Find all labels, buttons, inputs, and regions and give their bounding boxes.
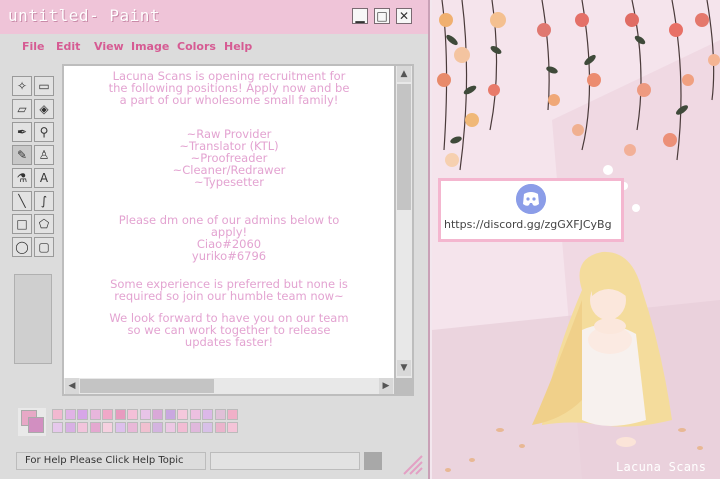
- palette-swatch[interactable]: [102, 422, 113, 433]
- scroll-left-icon[interactable]: ◀: [65, 378, 79, 394]
- palette-swatch[interactable]: [89, 409, 101, 420]
- discord-icon: [516, 184, 546, 214]
- palette-swatch[interactable]: [64, 422, 76, 433]
- menu-image[interactable]: Image: [131, 40, 169, 53]
- magnifier-icon[interactable]: ⚲: [34, 122, 54, 142]
- palette-swatch[interactable]: [127, 422, 138, 433]
- pencil-icon[interactable]: ✎: [12, 145, 32, 165]
- menu-bar: File Edit View Image Colors Help: [0, 34, 428, 60]
- canvas[interactable]: Lacuna Scans is opening recruitment for …: [64, 66, 394, 378]
- canvas-text-line: a part of our wholesome small family!: [119, 93, 339, 107]
- menu-help[interactable]: Help: [224, 40, 252, 53]
- text-icon[interactable]: A: [34, 168, 54, 188]
- palette-swatch[interactable]: [77, 422, 88, 433]
- fill-icon[interactable]: ◈: [34, 99, 54, 119]
- status-text: For Help Please Click Help Topic: [16, 452, 206, 470]
- palette-swatch[interactable]: [114, 422, 126, 433]
- palette-swatch[interactable]: [52, 422, 63, 433]
- brush-icon[interactable]: ♙: [34, 145, 54, 165]
- curve-icon[interactable]: ∫: [34, 191, 54, 211]
- palette-swatch[interactable]: [202, 409, 213, 420]
- horizontal-scroll-thumb[interactable]: [80, 379, 214, 393]
- watermark: Lacuna Scans: [616, 460, 707, 474]
- vertical-scroll-thumb[interactable]: [397, 84, 411, 210]
- menu-file[interactable]: File: [22, 40, 45, 53]
- palette-swatch[interactable]: [52, 409, 63, 420]
- palette-swatch[interactable]: [139, 422, 151, 433]
- palette-swatch[interactable]: [227, 409, 238, 420]
- status-coordinates-field: [210, 452, 360, 470]
- palette-swatch[interactable]: [102, 409, 113, 420]
- canvas-text-line: required so join our humble team now~: [114, 289, 344, 303]
- status-size-field: [364, 452, 382, 470]
- paint-window: untitled- Paint ▁ □ ✕ File Edit View Ima…: [0, 0, 430, 479]
- scroll-down-icon[interactable]: ▼: [397, 360, 411, 376]
- toolbox: ✧ ▭ ▱ ◈ ✒ ⚲ ✎ ♙ ⚗ A ╲ ∫ □ ⬠ ◯ ▢: [12, 76, 56, 264]
- palette-swatch[interactable]: [202, 422, 213, 433]
- palette-swatch[interactable]: [114, 409, 126, 420]
- palette-swatch[interactable]: [227, 422, 238, 433]
- polygon-icon[interactable]: ⬠: [34, 214, 54, 234]
- title-bar[interactable]: untitled- Paint ▁ □ ✕: [0, 0, 428, 34]
- position-item: ~Typesetter: [194, 175, 264, 189]
- tool-options-panel[interactable]: [14, 274, 52, 364]
- palette-swatch[interactable]: [139, 409, 151, 420]
- palette-swatch[interactable]: [89, 422, 101, 433]
- discord-invite-link[interactable]: https://discord.gg/zgGXFJCyBg: [444, 218, 612, 231]
- secondary-color-swatch[interactable]: [28, 417, 44, 433]
- color-picker-icon[interactable]: ✒: [12, 122, 32, 142]
- palette-swatch[interactable]: [189, 409, 201, 420]
- menu-edit[interactable]: Edit: [56, 40, 80, 53]
- rectangle-icon[interactable]: □: [12, 214, 32, 234]
- scroll-right-icon[interactable]: ▶: [379, 378, 393, 394]
- palette-swatch[interactable]: [177, 422, 188, 433]
- palette-swatch[interactable]: [177, 409, 188, 420]
- airbrush-icon[interactable]: ⚗: [12, 168, 32, 188]
- resize-grip-icon[interactable]: [398, 452, 424, 476]
- palette-swatch[interactable]: [214, 422, 226, 433]
- rounded-rect-icon[interactable]: ▢: [34, 237, 54, 257]
- menu-view[interactable]: View: [94, 40, 124, 53]
- palette-swatch[interactable]: [164, 422, 176, 433]
- minimize-button[interactable]: ▁: [352, 8, 368, 24]
- palette-swatch[interactable]: [77, 409, 88, 420]
- close-button[interactable]: ✕: [396, 8, 412, 24]
- maximize-button[interactable]: □: [374, 8, 390, 24]
- free-select-icon[interactable]: ✧: [12, 76, 32, 96]
- ellipse-icon[interactable]: ◯: [12, 237, 32, 257]
- rect-select-icon[interactable]: ▭: [34, 76, 54, 96]
- palette-swatch[interactable]: [127, 409, 138, 420]
- scroll-up-icon[interactable]: ▲: [397, 66, 411, 82]
- palette-swatch[interactable]: [152, 422, 163, 433]
- window-title: untitled- Paint: [8, 6, 160, 25]
- palette-swatch[interactable]: [214, 409, 226, 420]
- palette-swatch[interactable]: [152, 409, 163, 420]
- palette-swatch[interactable]: [64, 409, 76, 420]
- line-icon[interactable]: ╲: [12, 191, 32, 211]
- admin-handle: yuriko#6796: [191, 249, 267, 263]
- menu-colors[interactable]: Colors: [177, 40, 216, 53]
- canvas-text-line: updates faster!: [184, 335, 274, 349]
- palette-swatch[interactable]: [164, 409, 176, 420]
- eraser-icon[interactable]: ▱: [12, 99, 32, 119]
- palette-swatch[interactable]: [189, 422, 201, 433]
